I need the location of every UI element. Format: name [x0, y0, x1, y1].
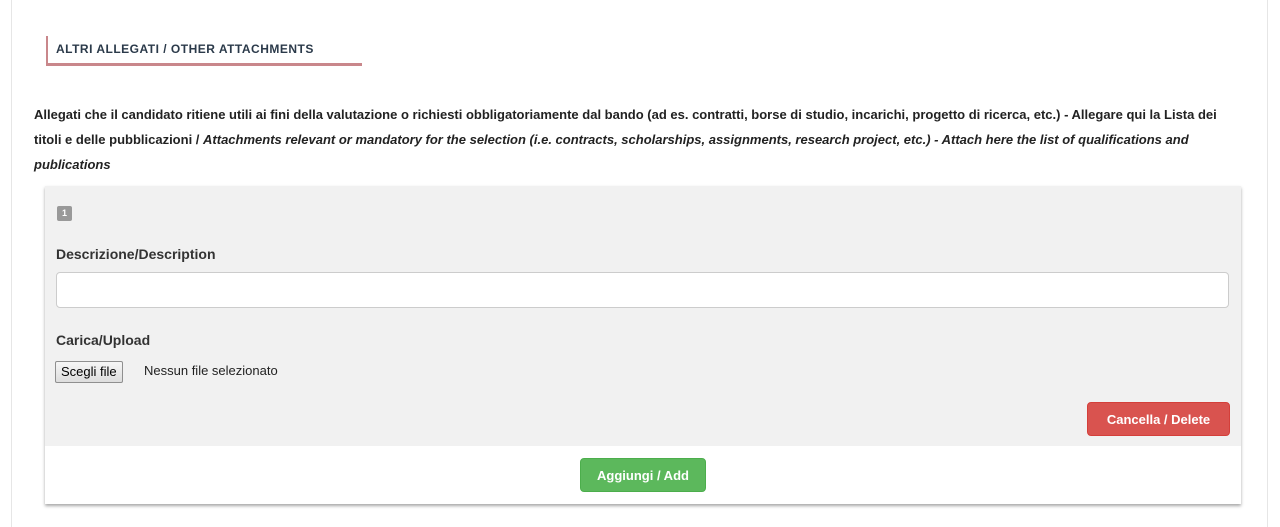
attachment-item: 1 Descrizione/Description Carica/Upload … — [45, 186, 1241, 446]
description-label: Descrizione/Description — [56, 246, 216, 262]
left-border — [11, 0, 12, 527]
section-title: ALTRI ALLEGATI / OTHER ATTACHMENTS — [56, 42, 314, 56]
choose-file-button[interactable]: Scegli file — [55, 361, 123, 383]
add-attachment-button[interactable]: Aggiungi / Add — [580, 458, 706, 492]
description-input[interactable] — [56, 272, 1229, 308]
file-status-text: Nessun file selezionato — [144, 363, 278, 378]
attachments-panel: 1 Descrizione/Description Carica/Upload … — [45, 186, 1241, 504]
upload-label: Carica/Upload — [56, 332, 151, 348]
right-border — [1267, 0, 1268, 527]
section-header: ALTRI ALLEGATI / OTHER ATTACHMENTS — [46, 36, 362, 66]
attachment-index-badge: 1 — [57, 206, 72, 221]
instructions-text: Allegati che il candidato ritiene utili … — [34, 102, 1244, 177]
attachments-page: ALTRI ALLEGATI / OTHER ATTACHMENTS Alleg… — [0, 0, 1280, 527]
instructions-english: Attachments relevant or mandatory for th… — [34, 132, 1189, 172]
delete-attachment-button[interactable]: Cancella / Delete — [1087, 402, 1230, 436]
